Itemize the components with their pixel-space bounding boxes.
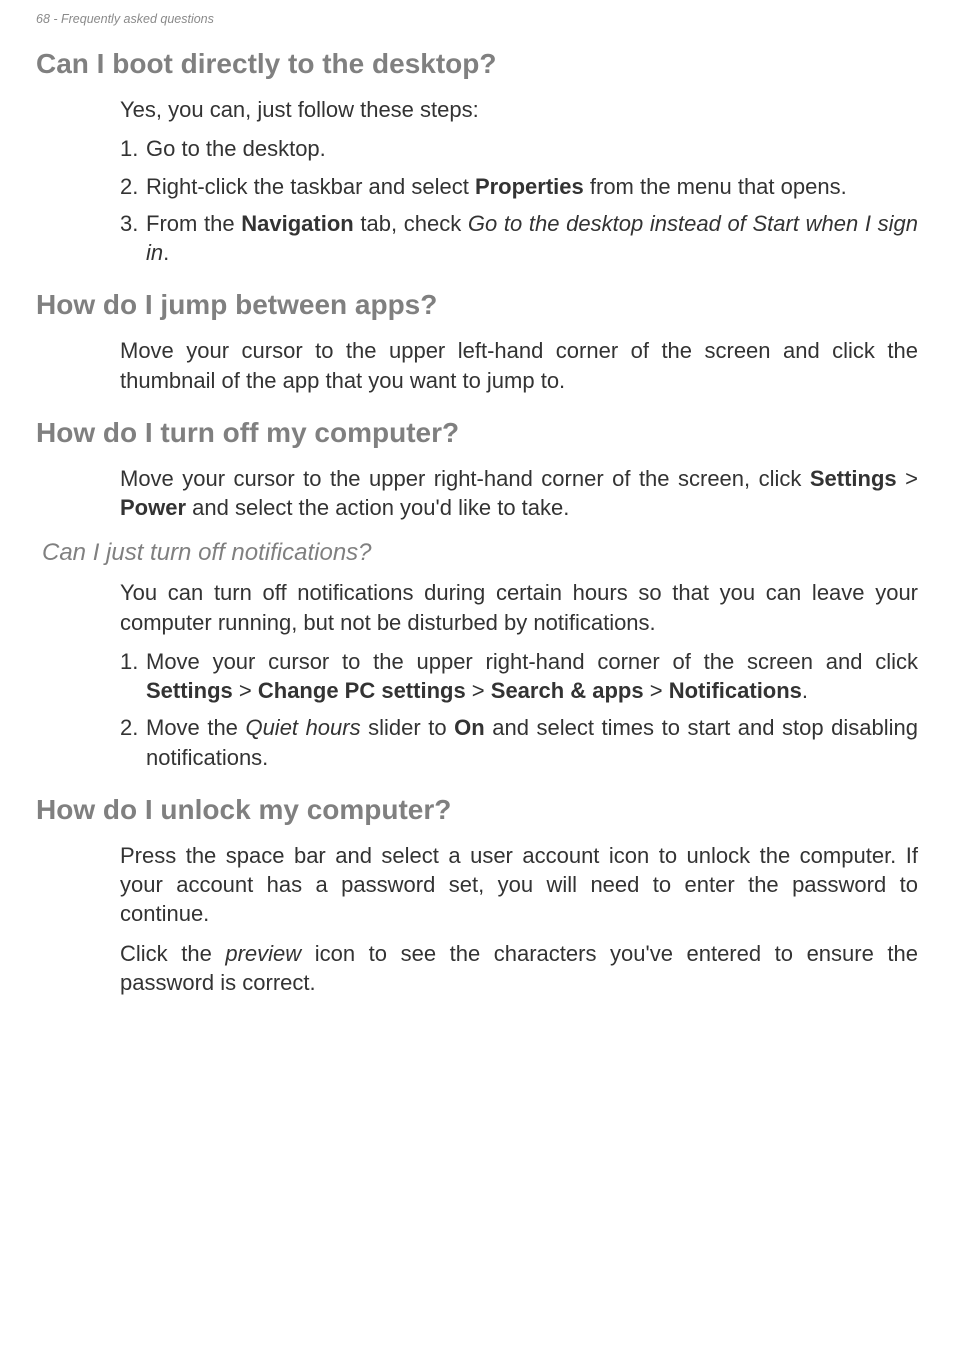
- steps-boot-desktop: Go to the desktop. Right-click the taskb…: [120, 134, 918, 267]
- heading-boot-desktop: Can I boot directly to the desktop?: [36, 46, 918, 81]
- step-text: from the menu that opens.: [584, 174, 847, 199]
- step-text: Move your cursor to the upper right-hand…: [146, 649, 918, 674]
- step-text: >: [644, 678, 669, 703]
- step-text-bold: Properties: [475, 174, 584, 199]
- step-text-bold: Change PC settings: [258, 678, 466, 703]
- body-jump-apps: Move your cursor to the upper left-hand …: [120, 336, 918, 395]
- step-text: .: [163, 240, 169, 265]
- step-item: Move the Quiet hours slider to On and se…: [120, 713, 918, 772]
- step-text-bold: On: [454, 715, 485, 740]
- step-item: Move your cursor to the upper right-hand…: [120, 647, 918, 706]
- page-container: 68 - Frequently asked questions Can I bo…: [0, 0, 954, 1047]
- step-text-bold: Notifications: [669, 678, 802, 703]
- body-text: Click the: [120, 941, 225, 966]
- step-item: Right-click the taskbar and select Prope…: [120, 172, 918, 201]
- step-text: From the: [146, 211, 241, 236]
- body-text: and select the action you'd like to take…: [186, 495, 569, 520]
- body-text: Move your cursor to the upper right-hand…: [120, 464, 918, 523]
- subheading-notifications: Can I just turn off notifications?: [42, 538, 918, 568]
- step-text: Move the: [146, 715, 245, 740]
- body-text-ital: preview: [225, 941, 301, 966]
- body-unlock: Press the space bar and select a user ac…: [120, 841, 918, 997]
- heading-unlock: How do I unlock my computer?: [36, 792, 918, 827]
- body-notifications: You can turn off notifications during ce…: [120, 578, 918, 772]
- step-text-ital: Quiet hours: [245, 715, 360, 740]
- step-text: Right-click the taskbar and select: [146, 174, 475, 199]
- step-text: .: [802, 678, 808, 703]
- step-item: Go to the desktop.: [120, 134, 918, 163]
- step-text-bold: Navigation: [241, 211, 353, 236]
- body-text: Click the preview icon to see the charac…: [120, 939, 918, 998]
- body-boot-desktop: Yes, you can, just follow these steps: G…: [120, 95, 918, 267]
- running-header: 68 - Frequently asked questions: [36, 12, 918, 26]
- heading-jump-apps: How do I jump between apps?: [36, 287, 918, 322]
- body-text-bold: Settings: [810, 466, 897, 491]
- body-text-bold: Power: [120, 495, 186, 520]
- step-text-bold: Search & apps: [491, 678, 644, 703]
- body-text: Press the space bar and select a user ac…: [120, 841, 918, 929]
- step-text: tab, check: [354, 211, 468, 236]
- body-text: >: [897, 466, 918, 491]
- heading-turn-off: How do I turn off my computer?: [36, 415, 918, 450]
- step-text: >: [466, 678, 491, 703]
- step-text: >: [233, 678, 258, 703]
- body-turn-off: Move your cursor to the upper right-hand…: [120, 464, 918, 523]
- step-text-bold: Settings: [146, 678, 233, 703]
- step-text: slider to: [361, 715, 455, 740]
- intro-text: Yes, you can, just follow these steps:: [120, 95, 918, 124]
- body-text: You can turn off notifications during ce…: [120, 578, 918, 637]
- steps-notifications: Move your cursor to the upper right-hand…: [120, 647, 918, 772]
- body-text: Move your cursor to the upper left-hand …: [120, 336, 918, 395]
- body-text: Move your cursor to the upper right-hand…: [120, 466, 810, 491]
- step-item: From the Navigation tab, check Go to the…: [120, 209, 918, 268]
